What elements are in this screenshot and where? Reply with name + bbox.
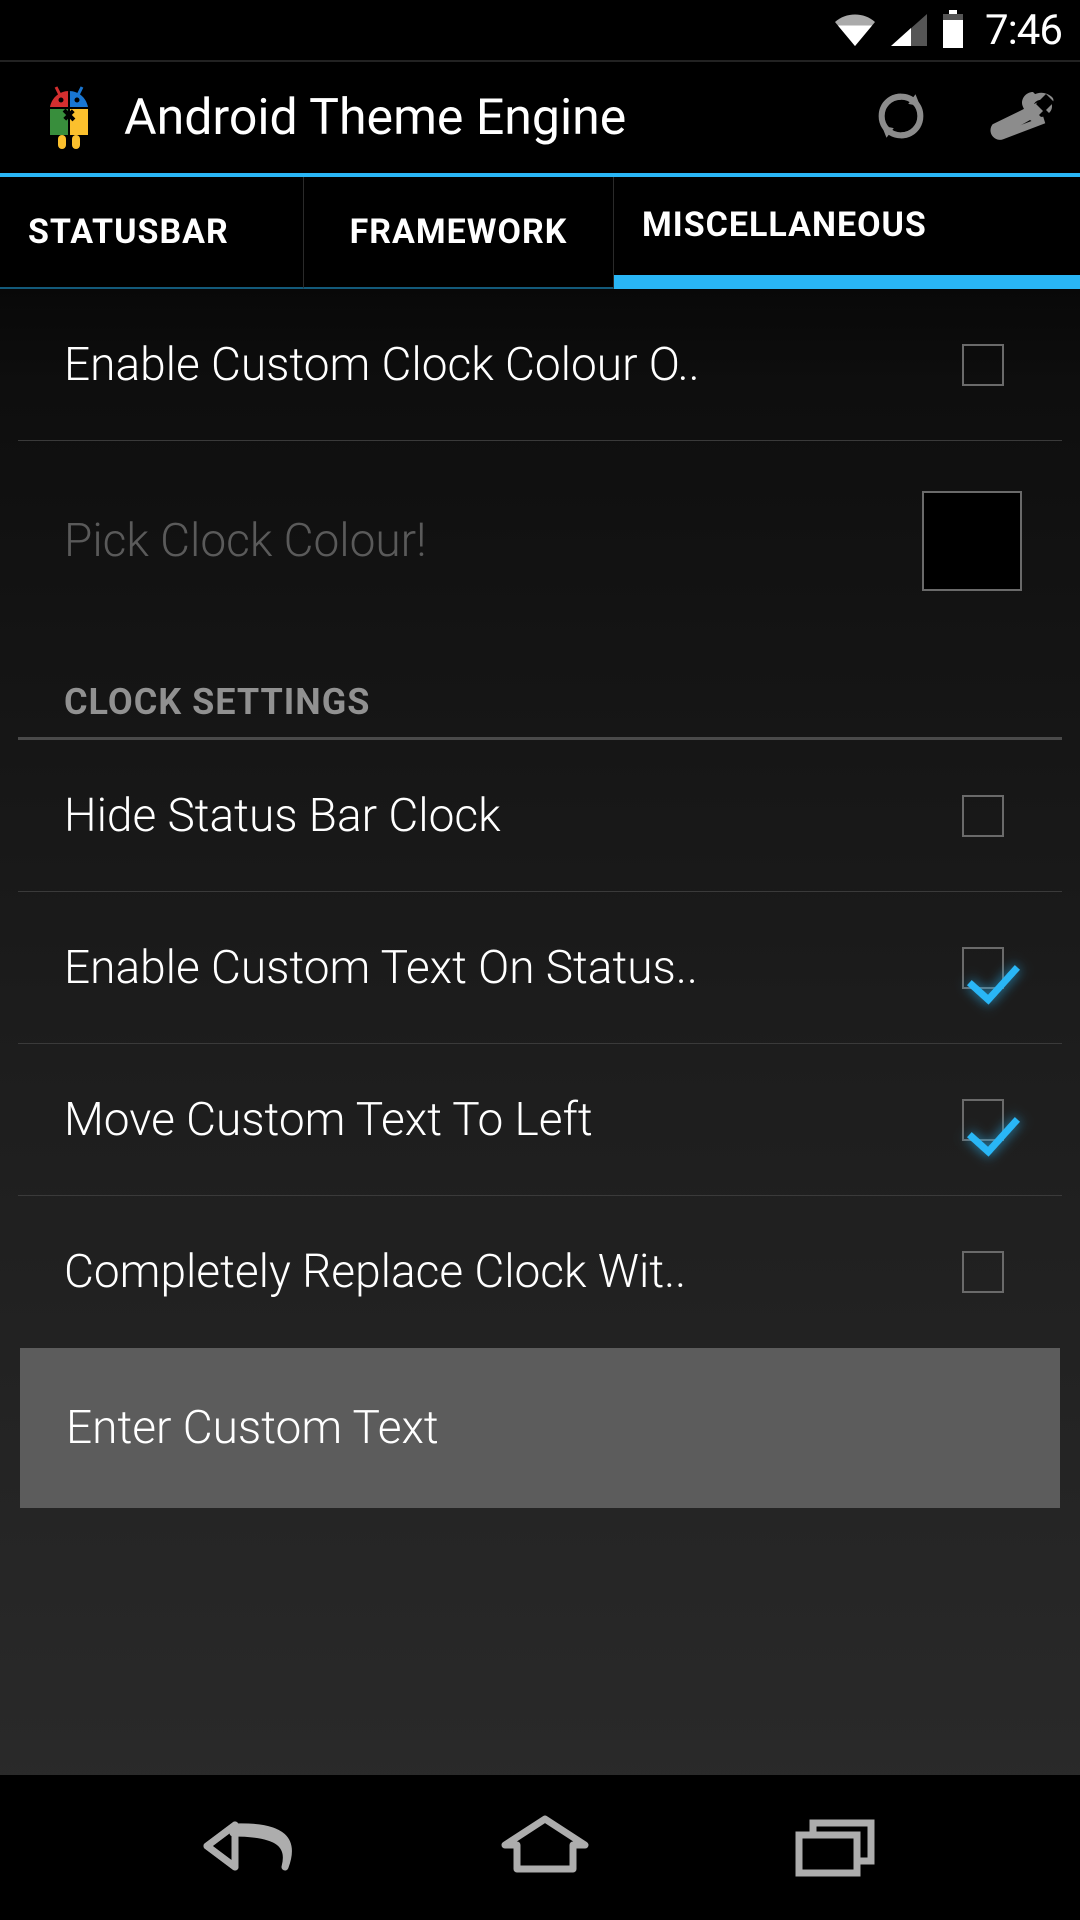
refresh-icon[interactable]	[872, 87, 930, 149]
app-icon	[34, 83, 104, 153]
row-label: Enable Custom Text On Status..	[64, 941, 962, 995]
row-enable-custom-text[interactable]: Enable Custom Text On Status..	[18, 892, 1062, 1044]
checkbox[interactable]	[962, 1099, 1004, 1141]
wifi-icon	[833, 12, 877, 48]
tab-statusbar[interactable]: STATUSBAR	[0, 177, 304, 289]
settings-list[interactable]: Enable Custom Clock Colour O.. Pick Cloc…	[0, 289, 1080, 1775]
row-label: Pick Clock Colour!	[64, 514, 922, 568]
checkbox[interactable]	[962, 795, 1004, 837]
tab-label: STATUSBAR	[28, 212, 229, 252]
row-pick-clock-colour[interactable]: Pick Clock Colour!	[18, 441, 1062, 641]
checkbox[interactable]	[962, 947, 1004, 989]
tab-framework[interactable]: FRAMEWORK	[304, 177, 614, 289]
row-label: Completely Replace Clock Wit..	[64, 1245, 962, 1299]
row-move-custom-text-left[interactable]: Move Custom Text To Left	[18, 1044, 1062, 1196]
navigation-bar	[0, 1775, 1080, 1920]
tab-bar: STATUSBAR FRAMEWORK MISCELLANEOUS	[0, 177, 1080, 289]
app-title: Android Theme Engine	[124, 89, 872, 147]
row-enter-custom-text[interactable]: Enter Custom Text	[20, 1348, 1060, 1508]
wrench-icon[interactable]	[990, 90, 1056, 146]
checkbox[interactable]	[962, 344, 1004, 386]
colour-swatch[interactable]	[922, 491, 1022, 591]
checkbox[interactable]	[962, 1251, 1004, 1293]
row-label: Enable Custom Clock Colour O..	[64, 338, 962, 392]
row-label: Hide Status Bar Clock	[64, 789, 962, 843]
row-label: Enter Custom Text	[66, 1401, 1002, 1455]
row-label: Move Custom Text To Left	[64, 1093, 962, 1147]
home-icon[interactable]	[495, 1811, 595, 1885]
section-header-clock-settings: CLOCK SETTINGS	[18, 641, 1062, 740]
row-enable-custom-clock-colour[interactable]: Enable Custom Clock Colour O..	[18, 289, 1062, 441]
actionbar: Android Theme Engine	[0, 60, 1080, 177]
status-time: 7:46	[985, 6, 1062, 55]
tab-miscellaneous[interactable]: MISCELLANEOUS	[614, 177, 1080, 289]
system-statusbar: 7:46	[0, 0, 1080, 60]
tab-label: FRAMEWORK	[350, 212, 568, 252]
recent-apps-icon[interactable]	[785, 1811, 885, 1885]
row-completely-replace-clock[interactable]: Completely Replace Clock Wit..	[18, 1196, 1062, 1348]
cell-signal-icon	[889, 12, 929, 48]
row-hide-status-bar-clock[interactable]: Hide Status Bar Clock	[18, 740, 1062, 892]
back-icon[interactable]	[195, 1811, 305, 1885]
tab-label: MISCELLANEOUS	[642, 206, 927, 245]
battery-icon	[941, 10, 965, 50]
